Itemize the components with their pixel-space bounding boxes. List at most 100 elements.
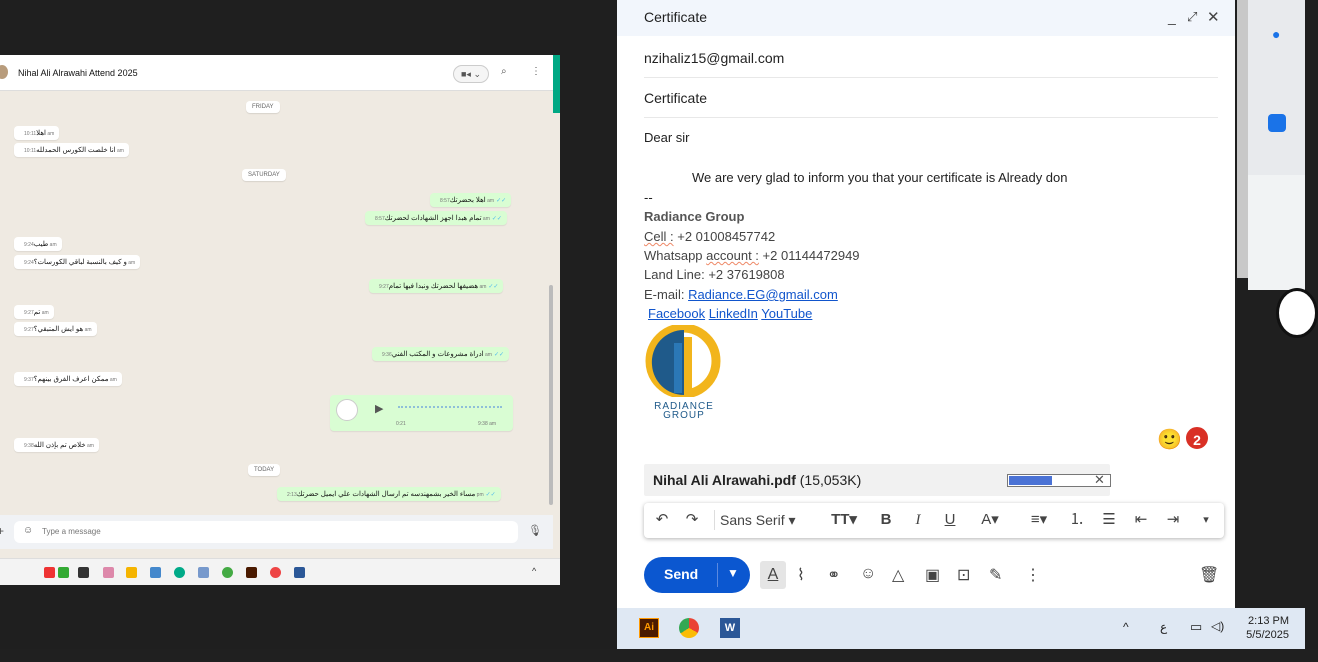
signature-icon[interactable]: ✎ [989,565,1002,585]
divider [644,77,1218,78]
body-line[interactable]: We are very glad to inform you that your… [692,168,1068,188]
whatsapp-line: Whatsapp account : +2 01144472949 [644,248,860,263]
send-button[interactable]: Send [664,566,698,582]
chat-title[interactable]: Nihal Ali Alrawahi Attend 2025 [18,68,138,78]
youtube-link[interactable]: YouTube [761,306,812,321]
attach-icon[interactable]: + [0,524,4,538]
attachment-chip[interactable]: Nihal Ali Alrawahi.pdf (15,053K) ✕ [644,464,1111,496]
message-in: اهلا10:11 am [14,126,60,140]
indent-less-icon[interactable]: ⇤ [1130,510,1152,530]
email-link[interactable]: Radiance.EG@gmail.com [688,287,838,302]
scrollbar[interactable] [549,285,553,505]
email-line: E-mail: Radiance.EG@gmail.com [644,287,838,302]
emoji-icon[interactable]: ☺ [23,525,33,536]
chrome-icon[interactable] [222,567,233,578]
bulleted-list-icon[interactable]: ☰ [1098,510,1120,530]
voice-time: 9:38 am [478,421,497,427]
font-select[interactable]: Sans Serif ▾ [720,510,812,530]
chrome-icon[interactable] [270,567,281,578]
folder-icon[interactable] [126,567,137,578]
redo-icon[interactable]: ↷ [682,510,702,530]
underline-icon[interactable]: U [940,510,960,530]
divider [717,563,718,587]
close-icon[interactable]: ✕ [1207,8,1220,26]
composer-bar: + Type a message ☺ 🎙 [0,515,553,549]
drive-icon[interactable]: △ [892,565,904,585]
app-icon[interactable] [78,567,89,578]
more-formatting-icon[interactable]: ▾ [1196,510,1216,530]
company-name: Radiance Group [644,209,745,224]
attachment-label: Nihal Ali Alrawahi.pdf (15,053K) [653,472,862,488]
app-icon[interactable] [103,567,114,578]
expand-icon[interactable]: ⤢ [1187,9,1197,25]
upload-progress-fill [1009,476,1052,485]
numbered-list-icon[interactable]: ⒈ [1066,510,1088,530]
menu-icon[interactable]: ⋮ [531,66,541,77]
more-options-icon[interactable]: ⋮ [1025,565,1041,585]
illustrator-icon[interactable]: Ai [639,618,659,638]
language-indicator[interactable]: ع [1160,620,1167,634]
message-in: انا خلصت الكورس الحمدلله10:11 am [14,143,129,157]
formatting-toolbar: ↶ ↷ Sans Serif ▾ TT▾ B I U A▾ ≡▾ ⒈ ☰ ⇤ ⇥… [644,503,1224,538]
confidential-mode-icon[interactable]: ⊡ [957,565,970,585]
waveform[interactable] [398,406,502,412]
person-icon[interactable]: ● [1272,26,1280,42]
play-icon[interactable]: ▶ [375,402,383,415]
undo-icon[interactable]: ↶ [652,510,672,530]
remove-attachment-icon[interactable]: ✕ [1094,472,1105,488]
insert-photo-icon[interactable]: ▣ [925,565,940,585]
text-color-icon[interactable]: A▾ [972,510,1008,530]
emoji-icon[interactable]: 🙂 [1157,427,1182,452]
compose-header: Certificate _ ⤢ ✕ [617,0,1235,36]
bold-icon[interactable]: B [876,510,896,530]
window-scrollbar[interactable] [1237,0,1248,278]
chrome-icon[interactable] [679,618,699,638]
radiance-logo: RADIANCE GROUP [644,323,724,425]
chevron-up-icon[interactable]: ^ [1123,620,1129,634]
message-in: و كيف بالنسبة لباقي الكورسات؟9:24 am [14,255,141,269]
italic-icon[interactable]: I [908,510,928,530]
app-icon[interactable] [44,567,55,578]
insert-emoji-icon[interactable]: ☺ [860,565,876,583]
formatting-toggle-icon[interactable]: A [760,561,786,589]
app-icon[interactable] [198,567,209,578]
text-size-icon[interactable]: TT▾ [826,510,862,530]
attach-file-icon[interactable]: ⌇ [797,565,805,585]
mic-icon[interactable]: 🎙 [528,524,542,537]
video-call-icon[interactable]: ■◂ ⌄ [453,65,489,83]
linkedin-link[interactable]: LinkedIn [709,306,758,321]
to-field[interactable]: nzihaliz15@gmail.com [644,50,784,66]
minimize-icon[interactable]: _ [1168,9,1176,25]
insert-link-icon[interactable]: ⚭ [827,565,840,585]
volume-icon[interactable]: ◁) [1211,619,1224,633]
illustrator-icon[interactable] [246,567,257,578]
greeting[interactable]: Dear sir [644,128,690,148]
subject-field[interactable]: Certificate [644,90,707,106]
chat-header: Nihal Ali Alrawahi Attend 2025 ■◂ ⌄ ⌕ ⋮ [0,55,553,91]
network-icon[interactable]: ▭ [1190,619,1202,635]
facebook-link[interactable]: Facebook [648,306,705,321]
notification-badge[interactable]: 2 [1184,425,1210,451]
app-icon[interactable] [150,567,161,578]
accent-bar [553,55,560,113]
divider [714,510,715,530]
zoom-icon[interactable] [1268,114,1286,132]
voice-message[interactable]: ▶ 0:21 9:38 am [330,395,513,431]
align-icon[interactable]: ≡▾ [1022,510,1056,530]
day-separator: FRIDAY [246,101,280,113]
clock[interactable]: 2:13 PM 5/5/2025 [1243,615,1289,641]
app-icon[interactable] [58,567,69,578]
logo-text: RADIANCE GROUP [654,401,714,421]
discard-draft-icon[interactable]: 🗑 [1199,565,1219,585]
indent-more-icon[interactable]: ⇥ [1162,510,1184,530]
word-icon[interactable]: W [720,618,740,638]
message-input[interactable]: Type a message [14,521,518,543]
search-icon[interactable]: ⌕ [501,66,507,77]
send-options-icon[interactable]: ▼ [727,566,739,580]
chevron-up-icon[interactable]: ^ [532,566,536,576]
send-button-group: Send ▼ [644,557,750,593]
word-icon[interactable] [294,567,305,578]
social-links: Facebook LinkedIn YouTube [648,304,812,324]
edge-icon[interactable] [174,567,185,578]
avatar[interactable] [0,65,8,79]
